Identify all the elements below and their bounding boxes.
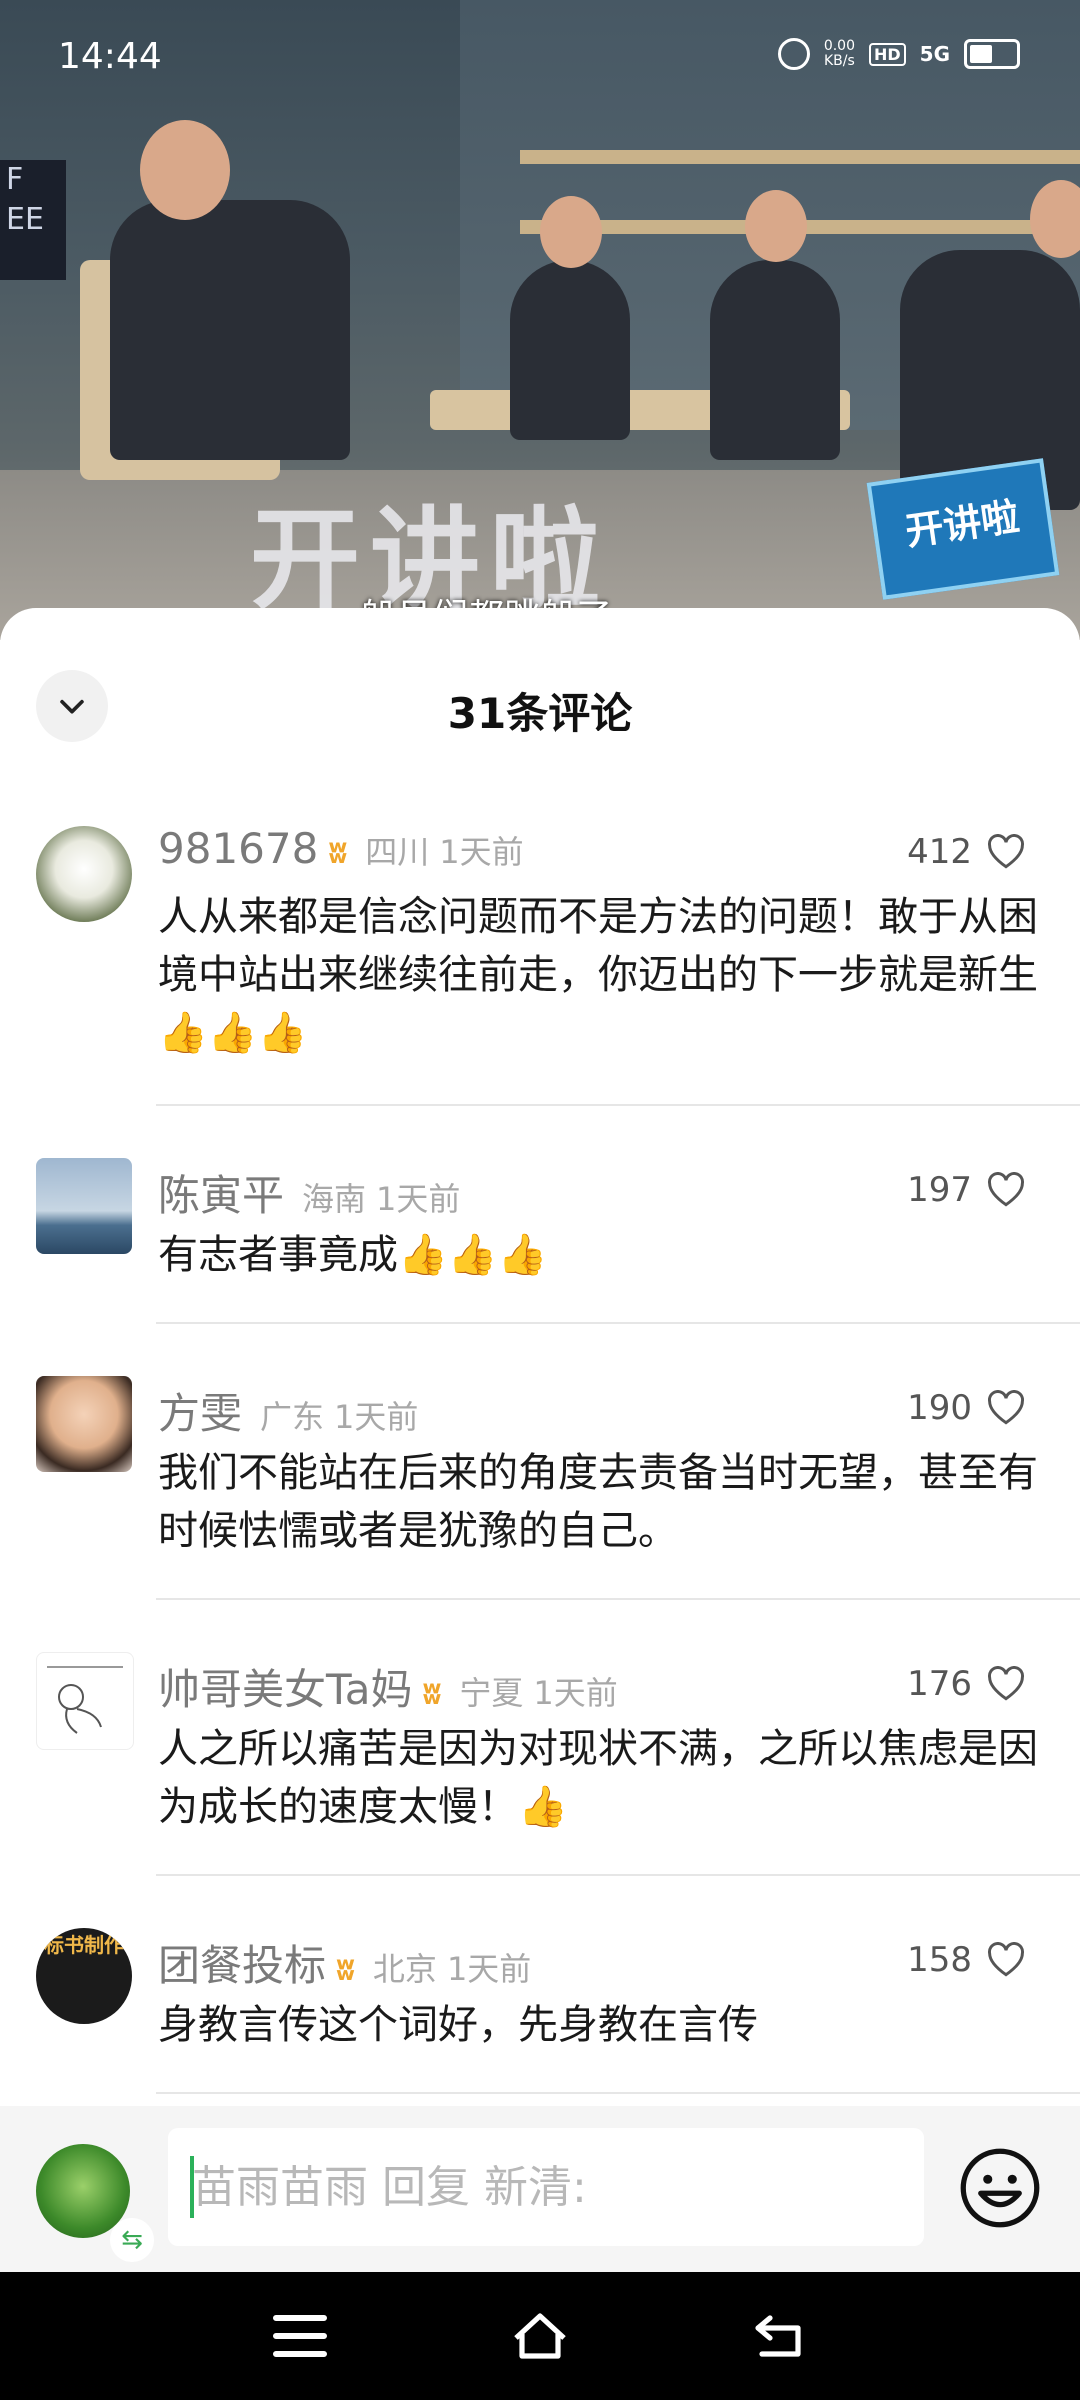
emoji-icon[interactable] — [958, 2146, 1042, 2230]
battery-icon — [964, 39, 1020, 69]
comment-body: 人从来都是信念问题而不是方法的问题！敢于从困境中站出来继续往前走，你迈出的下一步… — [158, 894, 1038, 998]
comment-text: 人从来都是信念问题而不是方法的问题！敢于从困境中站出来继续往前走，你迈出的下一步… — [158, 888, 1038, 1062]
heart-icon — [988, 1666, 1024, 1701]
comment-body: 人之所以痛苦是因为对现状不满，之所以焦虑是因为成长的速度太慢！ — [158, 1726, 1038, 1830]
comment-text: 人之所以痛苦是因为对现状不满，之所以焦虑是因为成长的速度太慢！👍 — [158, 1720, 1038, 1836]
comment-username[interactable]: 帅哥美女Ta妈 — [158, 1656, 412, 1717]
comment-username[interactable]: 方雯 — [158, 1380, 242, 1441]
neon-sign: F EE — [0, 160, 66, 280]
comment-text: 我们不能站在后来的角度去责备当时无望，甚至有时候怯懦或者是犹豫的自己。 — [158, 1444, 1038, 1560]
hd-badge: HD — [868, 42, 906, 66]
like-count: 190 — [907, 1388, 972, 1428]
signal-icon: 5G — [919, 42, 950, 66]
vip-badge-icon: ʬ — [328, 833, 348, 871]
reply-bar: ⇆ — [0, 2106, 1080, 2272]
comment-meta: 方雯 广东 1天前 — [158, 1380, 418, 1441]
comment-time: 1天前 — [533, 1674, 618, 1712]
comments-sheet: 31条评论 981678 ʬ 四川 1天前 412 人从来都是信念问题而不是方法… — [0, 608, 1080, 2272]
comment-time: 1天前 — [446, 1950, 532, 1988]
like-count: 197 — [907, 1170, 972, 1210]
like-count: 412 — [907, 832, 972, 872]
divider — [156, 1598, 1080, 1600]
vip-badge-icon: ʬ — [422, 1674, 442, 1712]
heart-icon — [988, 1942, 1024, 1977]
heart-icon — [988, 1172, 1024, 1207]
text-caret — [190, 2156, 194, 2218]
divider — [156, 1874, 1080, 1876]
comment-meta: 981678 ʬ 四川 1天前 — [158, 824, 524, 873]
comment-location: 宁夏 — [459, 1674, 524, 1712]
show-logo-badge: 开讲啦 — [866, 458, 1060, 600]
comment-text: 有志者事竟成👍👍👍 — [158, 1226, 1038, 1284]
doodle-avatar-icon — [47, 1666, 123, 1734]
swap-account-icon[interactable]: ⇆ — [110, 2218, 154, 2262]
guest-head — [745, 190, 807, 262]
guest-figure — [710, 260, 840, 460]
like-button[interactable]: 197 — [907, 1170, 1026, 1210]
avatar[interactable] — [36, 826, 132, 922]
like-button[interactable]: 176 — [907, 1664, 1026, 1704]
host-figure — [110, 200, 350, 460]
comment-item[interactable]: 帅哥美女Ta妈 ʬ 宁夏 1天前 176 人之所以痛苦是因为对现状不满，之所以焦… — [0, 1650, 1080, 1880]
comment-item[interactable]: 981678 ʬ 四川 1天前 412 人从来都是信念问题而不是方法的问题！敢于… — [0, 818, 1080, 1118]
comment-item[interactable]: 标书制作 团餐投标 ʬ 北京 1天前 158 身教言传这个词好，先身教在言传 — [0, 1926, 1080, 2106]
thumbs-up-emoji: 👍👍👍 — [158, 1010, 308, 1056]
thumbs-up-emoji: 👍👍👍 — [398, 1232, 548, 1278]
shelf — [520, 150, 1080, 164]
avatar[interactable] — [36, 1158, 132, 1254]
guest-figure — [510, 260, 630, 440]
heart-icon — [988, 1390, 1024, 1425]
system-nav-bar — [0, 2272, 1080, 2400]
comment-count-title: 31条评论 — [447, 689, 633, 738]
comment-item[interactable]: 陈寅平 海南 1天前 197 有志者事竟成👍👍👍 — [0, 1156, 1080, 1326]
status-icons: 0.00 KB/s HD 5G — [777, 38, 1020, 70]
avatar[interactable] — [36, 1652, 134, 1750]
comment-body: 身教言传这个词好，先身教在言传 — [158, 2002, 758, 2048]
comment-location: 广东 — [260, 1398, 325, 1436]
comment-location: 海南 — [302, 1180, 367, 1218]
like-count: 158 — [907, 1940, 972, 1980]
comment-time: 1天前 — [376, 1180, 461, 1218]
avatar-text: 标书制作 — [44, 1933, 124, 1957]
divider — [156, 2092, 1080, 2094]
alarm-icon — [777, 38, 810, 70]
comment-item[interactable]: 方雯 广东 1天前 190 我们不能站在后来的角度去责备当时无望，甚至有时候怯懦… — [0, 1374, 1080, 1604]
vip-badge-icon: ʬ — [336, 1950, 355, 1988]
comment-time: 1天前 — [334, 1398, 419, 1436]
like-count: 176 — [907, 1664, 972, 1704]
status-time: 14:44 — [58, 36, 162, 77]
home-icon[interactable] — [510, 2310, 570, 2362]
avatar[interactable] — [36, 1376, 132, 1472]
comment-username[interactable]: 陈寅平 — [158, 1162, 284, 1223]
comment-location: 四川 — [365, 833, 430, 871]
comment-meta: 陈寅平 海南 1天前 — [158, 1162, 460, 1223]
menu-icon[interactable] — [270, 2310, 330, 2362]
status-bar: 14:44 0.00 KB/s HD 5G — [0, 0, 1080, 110]
comment-text: 身教言传这个词好，先身教在言传 — [158, 1996, 1038, 2054]
like-button[interactable]: 190 — [907, 1388, 1026, 1428]
guest-head — [540, 196, 602, 268]
comment-time: 1天前 — [439, 833, 524, 871]
net-speed-value: 0.00 — [823, 38, 855, 54]
like-button[interactable]: 158 — [907, 1940, 1026, 1980]
back-icon[interactable] — [750, 2310, 810, 2362]
sheet-header: 31条评论 — [0, 608, 1080, 798]
heart-icon — [988, 834, 1024, 869]
comment-body: 有志者事竟成 — [158, 1232, 398, 1278]
comment-username[interactable]: 981678 — [158, 824, 318, 873]
comment-username[interactable]: 团餐投标 — [158, 1932, 326, 1993]
comment-meta: 帅哥美女Ta妈 ʬ 宁夏 1天前 — [158, 1656, 618, 1717]
net-speed-unit: KB/s — [824, 53, 855, 69]
comment-meta: 团餐投标 ʬ 北京 1天前 — [158, 1932, 531, 1993]
thumbs-up-emoji: 👍 — [518, 1784, 568, 1830]
like-button[interactable]: 412 — [907, 832, 1026, 872]
avatar[interactable]: 标书制作 — [36, 1928, 132, 2024]
reply-input[interactable] — [168, 2128, 924, 2246]
host-head — [140, 120, 230, 220]
divider — [156, 1322, 1080, 1324]
comment-body: 我们不能站在后来的角度去责备当时无望，甚至有时候怯懦或者是犹豫的自己。 — [158, 1450, 1038, 1554]
comment-location: 北京 — [372, 1950, 437, 1988]
net-speed: 0.00 KB/s — [824, 39, 855, 69]
divider — [156, 1104, 1080, 1106]
